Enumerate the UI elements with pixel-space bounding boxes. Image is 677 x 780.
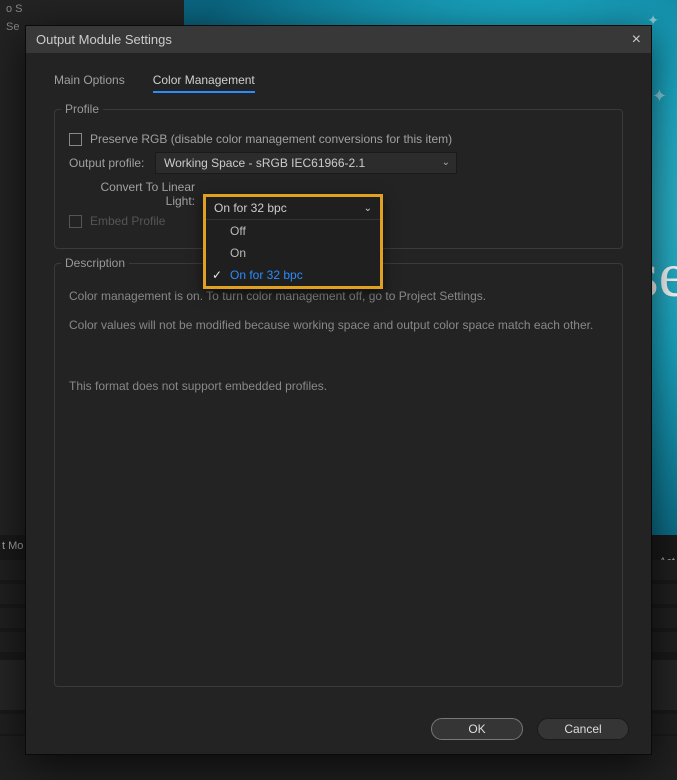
chevron-down-icon: ⌄: [442, 157, 450, 168]
tabs: Main Options Color Management: [54, 73, 623, 93]
ok-button[interactable]: OK: [431, 718, 523, 740]
chevron-down-icon: ⌄: [364, 203, 372, 214]
description-para-1: Color management is on. To turn color ma…: [69, 288, 608, 305]
convert-option-off[interactable]: Off: [206, 220, 380, 242]
description-para-3: This format does not support embedded pr…: [69, 378, 608, 395]
profile-group: Profile Preserve RGB (disable color mana…: [54, 109, 623, 249]
convert-option-on[interactable]: On: [206, 242, 380, 264]
output-module-settings-dialog: Output Module Settings × Main Options Co…: [25, 25, 652, 755]
dialog-title: Output Module Settings: [36, 32, 172, 47]
convert-linear-current[interactable]: On for 32 bpc ⌄: [206, 197, 380, 220]
description-group: Description Color management is on. To t…: [54, 263, 623, 687]
bg-left-row: o S: [0, 0, 184, 18]
cancel-button[interactable]: Cancel: [537, 718, 629, 740]
tab-color-management[interactable]: Color Management: [153, 73, 255, 93]
embed-profile-label: Embed Profile: [90, 214, 165, 228]
description-para-2: Color values will not be modified becaus…: [69, 317, 608, 334]
profile-legend: Profile: [61, 102, 103, 116]
embed-profile-checkbox: [69, 215, 82, 228]
bg-bottom-left-label: t Mo: [2, 540, 23, 552]
preserve-rgb-checkbox[interactable]: [69, 133, 82, 146]
dialog-footer: OK Cancel: [431, 718, 629, 740]
convert-linear-dropdown-open[interactable]: On for 32 bpc ⌄ Off On On for 32 bpc: [203, 194, 383, 289]
convert-option-on-32bpc[interactable]: On for 32 bpc: [206, 264, 380, 286]
convert-linear-label: Convert To Linear Light:: [69, 180, 195, 208]
close-icon[interactable]: ×: [632, 31, 641, 49]
output-profile-select[interactable]: Working Space - sRGB IEC61966-2.1 ⌄: [155, 152, 457, 174]
dialog-titlebar: Output Module Settings ×: [26, 26, 651, 53]
output-profile-value: Working Space - sRGB IEC61966-2.1: [164, 156, 365, 170]
preserve-rgb-label: Preserve RGB (disable color management c…: [90, 132, 452, 146]
description-legend: Description: [61, 256, 129, 270]
output-profile-label: Output profile:: [69, 156, 147, 170]
sparkle-icon: ✦: [652, 86, 667, 107]
tab-main-options[interactable]: Main Options: [54, 73, 125, 93]
